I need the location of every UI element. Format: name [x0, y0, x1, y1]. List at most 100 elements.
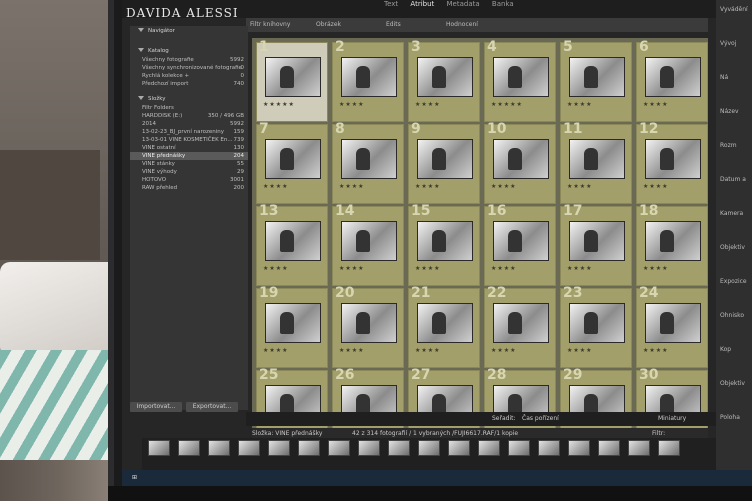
photo-rating[interactable]: ★★★★	[415, 265, 441, 272]
catalog-item[interactable]: Všechny synchronizované fotografie 0	[130, 64, 248, 72]
module-metadata[interactable]: Metadata	[447, 0, 480, 8]
photo-cell[interactable]: 13 ★★★★	[256, 203, 328, 286]
photo-rating[interactable]: ★★★★	[339, 347, 365, 354]
folder-item[interactable]: RAW přehled 200	[130, 184, 248, 192]
photo-cell[interactable]: 12 ★★★★	[636, 121, 708, 204]
start-icon[interactable]: ⊞	[132, 474, 137, 481]
photo-cell[interactable]: 14 ★★★★	[332, 203, 404, 286]
photo-rating[interactable]: ★★★★	[567, 101, 593, 108]
import-button[interactable]: Importovat...	[130, 402, 182, 412]
folder-item[interactable]: HOTOVO 3001	[130, 176, 248, 184]
filter-folders[interactable]: Filtr Folders	[130, 104, 248, 112]
export-button[interactable]: Exportovat...	[186, 402, 238, 412]
filmstrip-thumbnail[interactable]	[178, 440, 200, 456]
photo-rating[interactable]: ★★★★	[339, 265, 365, 272]
filmstrip-thumbnail[interactable]	[418, 440, 440, 456]
photo-thumbnail[interactable]	[265, 139, 321, 179]
photo-rating[interactable]: ★★★★	[339, 101, 365, 108]
photo-cell[interactable]: 15 ★★★★	[408, 203, 480, 286]
photo-thumbnail[interactable]	[341, 221, 397, 261]
folder-item[interactable]: VINE stánky 55	[130, 160, 248, 168]
photo-rating[interactable]: ★★★★	[415, 183, 441, 190]
catalog-header[interactable]: Katalog	[130, 46, 248, 56]
filmstrip-thumbnail[interactable]	[328, 440, 350, 456]
folder-item[interactable]: 13-03-01 VINE KOSMETIČEK En... 739	[130, 136, 248, 144]
filmstrip-thumbnail[interactable]	[298, 440, 320, 456]
photo-cell[interactable]: 6 ★★★★	[636, 39, 708, 122]
filmstrip-thumbnail[interactable]	[268, 440, 290, 456]
photo-thumbnail[interactable]	[265, 303, 321, 343]
photo-thumbnail[interactable]	[645, 221, 701, 261]
photo-rating[interactable]: ★★★★	[643, 347, 669, 354]
photo-thumbnail[interactable]	[417, 221, 473, 261]
photo-cell[interactable]: 19 ★★★★	[256, 285, 328, 368]
module-attribute[interactable]: Atribut	[410, 0, 434, 8]
module-bank[interactable]: Banka	[492, 0, 514, 8]
disk-row[interactable]: HARDDISK (E:) 350 / 496 GB	[130, 112, 248, 120]
photo-rating[interactable]: ★★★★★	[491, 101, 523, 108]
photo-rating[interactable]: ★★★★	[567, 347, 593, 354]
photo-rating[interactable]: ★★★★	[415, 347, 441, 354]
folder-item[interactable]: VINE výhody 29	[130, 168, 248, 176]
photo-rating[interactable]: ★★★★	[643, 183, 669, 190]
photo-cell[interactable]: 24 ★★★★	[636, 285, 708, 368]
photo-thumbnail[interactable]	[417, 139, 473, 179]
photo-rating[interactable]: ★★★★	[263, 265, 289, 272]
photo-cell[interactable]: 10 ★★★★	[484, 121, 556, 204]
photo-thumbnail[interactable]	[265, 221, 321, 261]
photo-cell[interactable]: 3 ★★★★	[408, 39, 480, 122]
filmstrip-thumbnail[interactable]	[508, 440, 530, 456]
photo-cell[interactable]: 23 ★★★★	[560, 285, 632, 368]
photo-rating[interactable]: ★★★★	[643, 265, 669, 272]
photo-cell[interactable]: 8 ★★★★	[332, 121, 404, 204]
folder-item[interactable]: VINE ostatní 130	[130, 144, 248, 152]
photo-thumbnail[interactable]	[493, 57, 549, 97]
photo-rating[interactable]: ★★★★	[263, 347, 289, 354]
folder-item-selected[interactable]: VINE přednášky 204	[130, 152, 248, 160]
filmstrip-thumbnail[interactable]	[628, 440, 650, 456]
sort-dropdown[interactable]: Čas pořízení	[522, 415, 559, 422]
filmstrip-thumbnail[interactable]	[388, 440, 410, 456]
photo-thumbnail[interactable]	[417, 57, 473, 97]
thumbnail-size[interactable]: Miniatury	[658, 415, 686, 422]
filmstrip-thumbnail[interactable]	[538, 440, 560, 456]
photo-rating[interactable]: ★★★★	[567, 183, 593, 190]
photo-thumbnail[interactable]	[569, 57, 625, 97]
folder-item[interactable]: 2014 5992	[130, 120, 248, 128]
photo-thumbnail[interactable]	[265, 57, 321, 97]
photo-thumbnail[interactable]	[341, 139, 397, 179]
photo-thumbnail[interactable]	[645, 57, 701, 97]
photo-thumbnail[interactable]	[341, 57, 397, 97]
photo-rating[interactable]: ★★★★	[491, 265, 517, 272]
photo-cell[interactable]: 21 ★★★★	[408, 285, 480, 368]
photo-thumbnail[interactable]	[493, 221, 549, 261]
filmstrip-thumbnail[interactable]	[238, 440, 260, 456]
photo-cell[interactable]: 18 ★★★★	[636, 203, 708, 286]
photo-cell[interactable]: 4 ★★★★★	[484, 39, 556, 122]
module-text[interactable]: Text	[384, 0, 398, 8]
filmstrip-thumbnail[interactable]	[658, 440, 680, 456]
filmstrip-thumbnail[interactable]	[448, 440, 470, 456]
catalog-item[interactable]: Všechny fotografie 5992	[130, 56, 248, 64]
navigator-header[interactable]: Navigátor	[130, 26, 248, 36]
photo-rating[interactable]: ★★★★★	[263, 101, 295, 108]
photo-rating[interactable]: ★★★★	[567, 265, 593, 272]
filter-rating[interactable]: Hodnocení	[446, 21, 478, 28]
photo-cell[interactable]: 5 ★★★★	[560, 39, 632, 122]
filmstrip-thumbnail[interactable]	[358, 440, 380, 456]
photo-cell[interactable]: 9 ★★★★	[408, 121, 480, 204]
photo-cell[interactable]: 11 ★★★★	[560, 121, 632, 204]
filmstrip-thumbnail[interactable]	[598, 440, 620, 456]
photo-cell[interactable]: 22 ★★★★	[484, 285, 556, 368]
photo-rating[interactable]: ★★★★	[415, 101, 441, 108]
photo-cell[interactable]: 20 ★★★★	[332, 285, 404, 368]
photo-cell[interactable]: 2 ★★★★	[332, 39, 404, 122]
filter-image[interactable]: Obrázek	[316, 21, 341, 28]
photo-rating[interactable]: ★★★★	[263, 183, 289, 190]
photo-thumbnail[interactable]	[341, 303, 397, 343]
photo-thumbnail[interactable]	[493, 139, 549, 179]
photo-rating[interactable]: ★★★★	[643, 101, 669, 108]
folder-item[interactable]: 13-02-23_BJ_první narozeniny 159	[130, 128, 248, 136]
photo-thumbnail[interactable]	[569, 139, 625, 179]
filmstrip-thumbnail[interactable]	[568, 440, 590, 456]
